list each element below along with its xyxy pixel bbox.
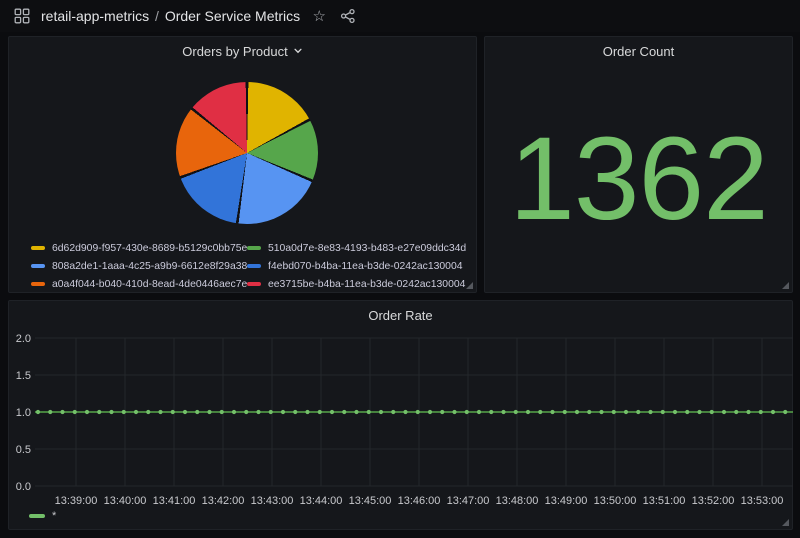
svg-text:13:40:00: 13:40:00 [104, 495, 147, 507]
legend-color-marker [31, 264, 45, 268]
star-icon[interactable]: ☆ [309, 6, 329, 26]
legend-series-label: 6d62d909-f957-430e-8689-b5129c0bb75e [52, 243, 247, 254]
svg-text:13:44:00: 13:44:00 [300, 495, 343, 507]
legend-color-marker [31, 246, 45, 250]
dashboards-grid-icon[interactable] [12, 6, 32, 26]
legend-color-marker [247, 264, 261, 268]
svg-text:13:46:00: 13:46:00 [398, 495, 441, 507]
stat-panel: Order Count 1362 [484, 36, 793, 293]
svg-text:13:39:00: 13:39:00 [55, 495, 98, 507]
chevron-down-icon [293, 46, 303, 56]
timeseries-panel-title-button[interactable]: Order Rate [9, 301, 792, 329]
svg-text:13:50:00: 13:50:00 [594, 495, 637, 507]
legend-color-marker [247, 282, 261, 286]
stat-panel-title-button[interactable]: Order Count [485, 37, 792, 65]
panel-resize-handle[interactable] [466, 282, 473, 289]
legend-series-label: 808a2de1-1aaa-4c25-a9b9-6612e8f29a38 [52, 261, 247, 272]
panel-resize-handle[interactable] [782, 282, 789, 289]
pie-legend-item[interactable]: 6d62d909-f957-430e-8689-b5129c0bb75e [31, 243, 247, 254]
legend-series-label: f4ebd070-b4ba-11ea-b3de-0242ac130004 [268, 261, 463, 272]
svg-text:1.0: 1.0 [16, 407, 31, 419]
panel-title: Orders by Product [182, 44, 288, 59]
pie-panel: Orders by Product 6d62d909-f957-430e-868… [8, 36, 477, 293]
svg-text:13:45:00: 13:45:00 [349, 495, 392, 507]
svg-text:13:47:00: 13:47:00 [447, 495, 490, 507]
pie-legend-item[interactable]: f4ebd070-b4ba-11ea-b3de-0242ac130004 [247, 261, 466, 272]
svg-text:13:43:00: 13:43:00 [251, 495, 294, 507]
svg-text:0.5: 0.5 [16, 444, 31, 456]
pie-legend-item[interactable]: 808a2de1-1aaa-4c25-a9b9-6612e8f29a38 [31, 261, 247, 272]
panel-title: Order Count [603, 44, 675, 59]
breadcrumb-folder[interactable]: retail-app-metrics [41, 8, 149, 24]
timeseries-legend-item[interactable]: * [29, 510, 56, 522]
stat-value: 1362 [509, 120, 768, 238]
timeseries-panel: 0.0 0.5 1.0 1.5 2.0 13:39:00 13:40:00 13:41:00 1… [8, 300, 793, 530]
legend-series-label: a0a4f044-b040-410d-8ead-4de0446aec7e [52, 279, 247, 290]
share-icon[interactable] [338, 6, 358, 26]
dashboard-grid: Orders by Product 6d62d909-f957-430e-868… [0, 32, 800, 538]
svg-text:13:41:00: 13:41:00 [153, 495, 196, 507]
panel-title: Order Rate [368, 308, 432, 323]
pie-chart[interactable] [176, 82, 318, 224]
breadcrumb: retail-app-metrics / Order Service Metri… [41, 8, 300, 24]
svg-text:13:49:00: 13:49:00 [545, 495, 588, 507]
legend-series-label: ee3715be-b4ba-11ea-b3de-0242ac130004 [268, 279, 465, 290]
svg-text:0.0: 0.0 [16, 481, 31, 493]
legend-color-marker [31, 282, 45, 286]
top-bar: retail-app-metrics / Order Service Metri… [0, 0, 800, 32]
legend-series-label: 510a0d7e-8e83-4193-b483-e27e09ddc34d [268, 243, 466, 254]
pie-panel-title-button[interactable]: Orders by Product [9, 37, 476, 65]
breadcrumb-dashboard-title[interactable]: Order Service Metrics [165, 8, 300, 24]
svg-text:2.0: 2.0 [16, 333, 31, 345]
stat-value-area: 1362 [485, 65, 792, 292]
pie-legend: 6d62d909-f957-430e-8689-b5129c0bb75e 510a… [31, 239, 466, 293]
svg-text:13:52:00: 13:52:00 [692, 495, 735, 507]
svg-text:1.5: 1.5 [16, 370, 31, 382]
pie-legend-item[interactable]: 510a0d7e-8e83-4193-b483-e27e09ddc34d [247, 243, 466, 254]
svg-text:13:48:00: 13:48:00 [496, 495, 539, 507]
svg-text:13:53:00: 13:53:00 [741, 495, 784, 507]
pie-legend-item[interactable]: a0a4f044-b040-410d-8ead-4de0446aec7e [31, 279, 247, 290]
legend-series-label: * [52, 510, 56, 522]
svg-text:13:51:00: 13:51:00 [643, 495, 686, 507]
svg-text:13:42:00: 13:42:00 [202, 495, 245, 507]
pie-legend-item[interactable]: ee3715be-b4ba-11ea-b3de-0242ac130004 [247, 279, 466, 290]
breadcrumb-separator: / [153, 8, 161, 24]
legend-color-marker [29, 514, 45, 518]
panel-resize-handle[interactable] [782, 519, 789, 526]
legend-color-marker [247, 246, 261, 250]
